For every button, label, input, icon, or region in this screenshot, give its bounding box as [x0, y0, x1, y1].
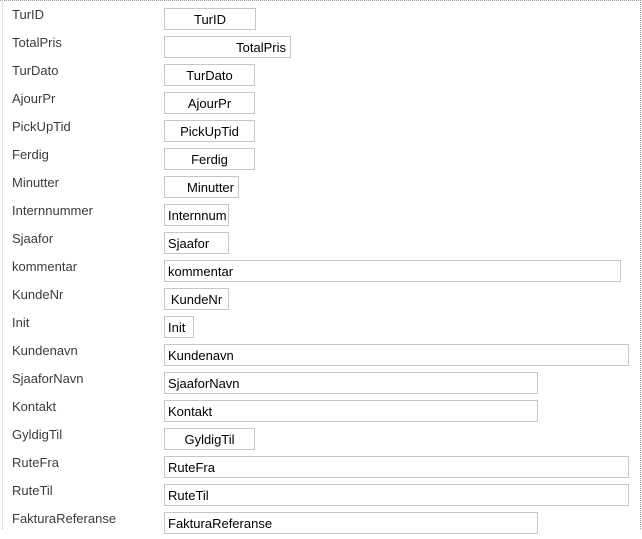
fakturareferanse-label: FakturaReferanse: [12, 511, 117, 526]
field-row-gyldigtil: GyldigTil GyldigTil: [0, 427, 642, 455]
kontakt-textbox[interactable]: Kontakt: [164, 400, 538, 422]
field-row-init: Init Init: [0, 315, 642, 343]
field-row-ferdig: Ferdig Ferdig: [0, 147, 642, 175]
kontakt-label: Kontakt: [12, 399, 57, 414]
field-row-internnummer: Internnummer Internnum: [0, 203, 642, 231]
field-row-kommentar: kommentar kommentar: [0, 259, 642, 287]
fakturareferanse-textbox[interactable]: FakturaReferanse: [164, 512, 538, 534]
sjaafornavn-textbox[interactable]: SjaaforNavn: [164, 372, 538, 394]
field-row-ajourpr: AjourPr AjourPr: [0, 91, 642, 119]
field-row-kundenr: KundeNr KundeNr: [0, 287, 642, 315]
form-border-top: [0, 0, 642, 1]
ferdig-textbox[interactable]: Ferdig: [164, 148, 255, 170]
rutetil-textbox[interactable]: RuteTil: [164, 484, 629, 506]
rutetil-label: RuteTil: [12, 483, 53, 498]
rutefra-textbox[interactable]: RuteFra: [164, 456, 629, 478]
rutefra-label: RuteFra: [12, 455, 59, 470]
field-row-rutefra: RuteFra RuteFra: [0, 455, 642, 483]
turdato-textbox[interactable]: TurDato: [164, 64, 255, 86]
field-row-sjaafornavn: SjaaforNavn SjaaforNavn: [0, 371, 642, 399]
totalpris-label: TotalPris: [12, 35, 62, 50]
field-row-rutetil: RuteTil RuteTil: [0, 483, 642, 511]
field-row-turid: TurID TurID: [0, 7, 642, 35]
kundenavn-label: Kundenavn: [12, 343, 78, 358]
field-row-kontakt: Kontakt Kontakt: [0, 399, 642, 427]
field-row-minutter: Minutter Minutter: [0, 175, 642, 203]
sjaafor-label: Sjaafor: [12, 231, 54, 246]
field-row-pickuptid: PickUpTid PickUpTid: [0, 119, 642, 147]
field-row-turdato: TurDato TurDato: [0, 63, 642, 91]
init-textbox[interactable]: Init: [164, 316, 194, 338]
kundenavn-textbox[interactable]: Kundenavn: [164, 344, 629, 366]
field-row-sjaafor: Sjaafor Sjaafor: [0, 231, 642, 259]
internnummer-textbox[interactable]: Internnum: [164, 204, 229, 226]
pickuptid-textbox[interactable]: PickUpTid: [164, 120, 255, 142]
sjaafornavn-label: SjaaforNavn: [12, 371, 84, 386]
totalpris-textbox[interactable]: TotalPris: [164, 36, 291, 58]
kommentar-label: kommentar: [12, 259, 78, 274]
ferdig-label: Ferdig: [12, 147, 49, 162]
field-row-kundenavn: Kundenavn Kundenavn: [0, 343, 642, 371]
minutter-textbox[interactable]: Minutter: [164, 176, 239, 198]
gyldigtil-label: GyldigTil: [12, 427, 63, 442]
turid-textbox[interactable]: TurID: [164, 8, 256, 30]
init-label: Init: [12, 315, 30, 330]
minutter-label: Minutter: [12, 175, 59, 190]
sjaafor-textbox[interactable]: Sjaafor: [164, 232, 229, 254]
kommentar-textbox[interactable]: kommentar: [164, 260, 621, 282]
kundenr-label: KundeNr: [12, 287, 64, 302]
internnummer-label: Internnummer: [12, 203, 93, 218]
ajourpr-textbox[interactable]: AjourPr: [164, 92, 255, 114]
field-row-fakturareferanse: FakturaReferanse FakturaReferanse: [0, 511, 642, 539]
turid-label: TurID: [12, 7, 45, 22]
ajourpr-label: AjourPr: [12, 91, 56, 106]
pickuptid-label: PickUpTid: [12, 119, 71, 134]
field-row-totalpris: TotalPris TotalPris: [0, 35, 642, 63]
turdato-label: TurDato: [12, 63, 59, 78]
kundenr-textbox[interactable]: KundeNr: [164, 288, 229, 310]
gyldigtil-textbox[interactable]: GyldigTil: [164, 428, 255, 450]
